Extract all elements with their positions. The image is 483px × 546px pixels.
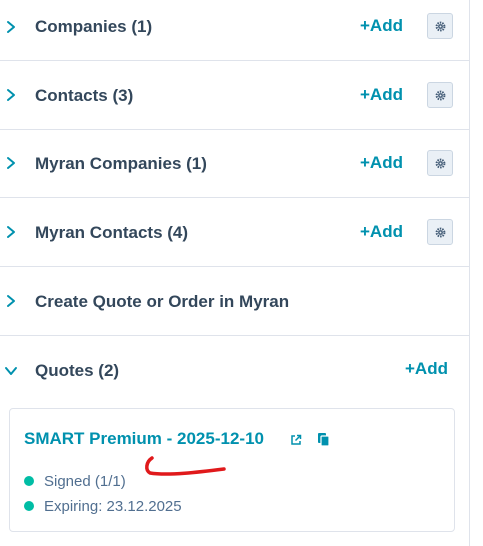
section-companies[interactable]: Companies (1) +Add — [0, 0, 469, 61]
gear-icon — [435, 21, 446, 32]
add-myran-companies-button[interactable]: +Add — [360, 153, 403, 173]
section-contacts[interactable]: Contacts (3) +Add — [0, 61, 469, 130]
settings-button[interactable] — [427, 82, 453, 108]
add-companies-button[interactable]: +Add — [360, 16, 403, 36]
settings-button[interactable] — [427, 13, 453, 39]
quote-name-link[interactable]: SMART Premium - 2025-12-10 — [24, 429, 264, 449]
add-quote-button[interactable]: +Add — [405, 359, 448, 379]
section-title[interactable]: Quotes (2) — [35, 361, 119, 381]
record-sidebar: Companies (1) +Add Contacts (3) +Add Myr… — [0, 0, 470, 546]
chevron-right-icon[interactable] — [4, 156, 18, 170]
add-contacts-button[interactable]: +Add — [360, 85, 403, 105]
chevron-right-icon[interactable] — [4, 20, 18, 34]
section-myran-contacts[interactable]: Myran Contacts (4) +Add — [0, 198, 469, 267]
gear-icon — [435, 90, 446, 101]
settings-button[interactable] — [427, 150, 453, 176]
external-link-icon[interactable] — [290, 433, 302, 451]
add-myran-contacts-button[interactable]: +Add — [360, 222, 403, 242]
section-title[interactable]: Myran Contacts (4) — [35, 223, 188, 243]
signed-status: Signed (1/1) — [24, 473, 126, 490]
expiry-status: Expiring: 23.12.2025 — [24, 498, 182, 515]
chevron-down-icon[interactable] — [4, 364, 18, 378]
panel-divider — [469, 0, 470, 546]
expiry-status-text: Expiring: 23.12.2025 — [44, 498, 182, 515]
section-create-quote[interactable]: Create Quote or Order in Myran — [0, 267, 469, 336]
section-title[interactable]: Contacts (3) — [35, 86, 133, 106]
signed-status-text: Signed (1/1) — [44, 473, 126, 490]
chevron-right-icon[interactable] — [4, 88, 18, 102]
chevron-right-icon[interactable] — [4, 294, 18, 308]
section-title[interactable]: Companies (1) — [35, 17, 152, 37]
status-dot — [24, 501, 34, 512]
quote-card: SMART Premium - 2025-12-10 Signed (1/1) … — [9, 408, 455, 532]
gear-icon — [435, 227, 446, 238]
settings-button[interactable] — [427, 219, 453, 245]
gear-icon — [435, 158, 446, 169]
section-title[interactable]: Create Quote or Order in Myran — [35, 292, 289, 312]
status-dot — [24, 476, 34, 487]
copy-icon[interactable] — [317, 432, 330, 452]
chevron-right-icon[interactable] — [4, 225, 18, 239]
section-myran-companies[interactable]: Myran Companies (1) +Add — [0, 130, 469, 198]
section-title[interactable]: Myran Companies (1) — [35, 154, 207, 174]
